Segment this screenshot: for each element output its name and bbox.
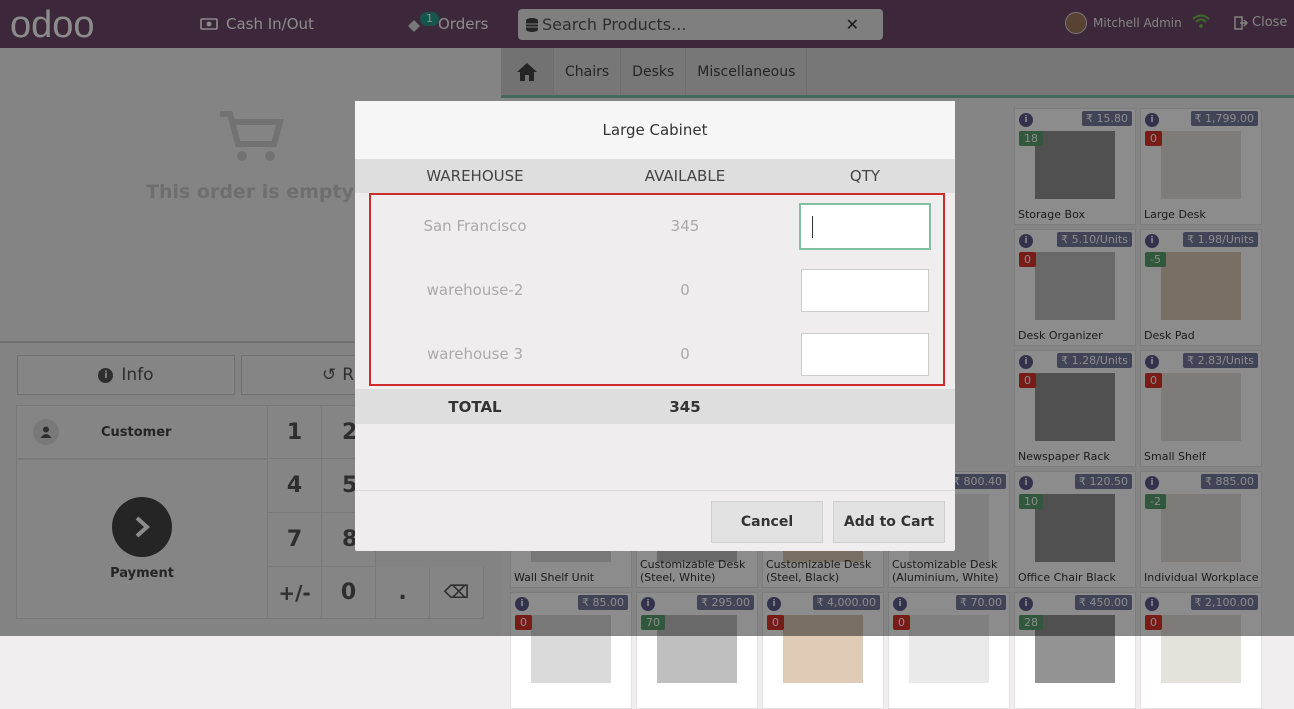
highlight-box — [369, 193, 945, 386]
total-value: 345 — [669, 397, 701, 416]
table-header: WAREHOUSE AVAILABLE QTY — [355, 159, 955, 193]
header-qty: QTY — [849, 167, 881, 185]
cancel-button[interactable]: Cancel — [711, 501, 823, 543]
total-label: TOTAL — [448, 397, 502, 416]
stock-popup: Large Cabinet WAREHOUSE AVAILABLE QTY Sa… — [355, 101, 955, 551]
header-warehouse: WAREHOUSE — [426, 167, 524, 185]
add-to-cart-button[interactable]: Add to Cart — [833, 501, 945, 543]
total-row: TOTAL 345 — [355, 389, 955, 424]
popup-title: Large Cabinet — [355, 101, 955, 159]
footer-divider — [355, 490, 955, 491]
header-available: AVAILABLE — [644, 167, 726, 185]
